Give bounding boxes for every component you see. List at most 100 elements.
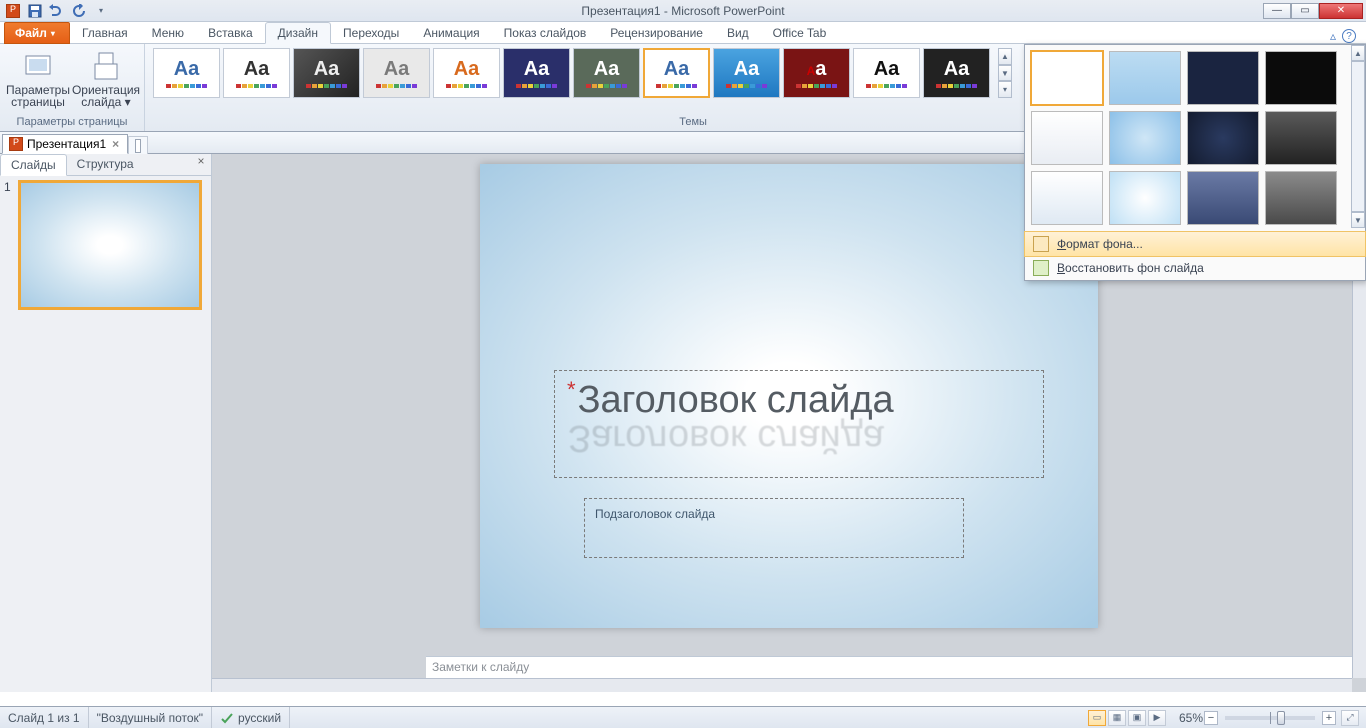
ribbon-tabs: Файл Главная Меню Вставка Дизайн Переход…	[0, 22, 1366, 44]
theme-item[interactable]: Aa	[783, 48, 850, 98]
theme-item[interactable]: Aa	[293, 48, 360, 98]
background-style-swatch[interactable]	[1187, 111, 1259, 165]
bg-panel-menu: Формат фона... Восстановить фон слайда	[1025, 231, 1365, 280]
slide-thumbnail[interactable]	[18, 180, 202, 310]
background-style-swatch[interactable]	[1265, 111, 1337, 165]
redo-icon[interactable]	[70, 2, 88, 20]
tab-home[interactable]: Главная	[70, 23, 140, 43]
close-button[interactable]: ✕	[1319, 3, 1363, 19]
maximize-button[interactable]: ▭	[1291, 3, 1319, 19]
reset-background-icon	[1033, 260, 1049, 276]
tab-animation[interactable]: Анимация	[411, 23, 491, 43]
background-style-swatch[interactable]	[1109, 111, 1181, 165]
horizontal-scrollbar[interactable]	[212, 678, 1352, 692]
file-tab[interactable]: Файл	[4, 22, 70, 44]
ribbon: Параметры страницы Ориентация слайда ▾ П…	[0, 44, 1366, 132]
orientation-label: Ориентация слайда ▾	[72, 84, 140, 108]
status-language-label: русский	[238, 711, 281, 725]
tab-transitions[interactable]: Переходы	[331, 23, 411, 43]
background-style-swatch[interactable]	[1109, 51, 1181, 105]
zoom-value[interactable]: 65%	[1179, 711, 1203, 725]
slide-panel: Слайды Структура × 1	[0, 154, 212, 692]
background-style-swatch[interactable]	[1187, 51, 1259, 105]
slideshow-view-button[interactable]: ▶	[1148, 710, 1166, 726]
zoom-slider[interactable]	[1225, 716, 1315, 720]
fit-to-window-button[interactable]: ⤢	[1341, 710, 1359, 726]
themes-gallery-expand-icon[interactable]: ▾	[998, 81, 1012, 98]
zoom-out-button[interactable]: −	[1204, 711, 1218, 725]
background-style-swatch[interactable]	[1187, 171, 1259, 225]
reset-background-menu-item[interactable]: Восстановить фон слайда	[1025, 256, 1365, 280]
bg-panel-scroll[interactable]: ▲ ▼	[1351, 45, 1365, 228]
notes-pane[interactable]: Заметки к слайду	[426, 656, 1352, 678]
themes-scroll-down-icon[interactable]: ▼	[998, 65, 1012, 82]
document-tab-active[interactable]: Презентация1 ×	[2, 134, 128, 154]
theme-item[interactable]: Aa	[153, 48, 220, 98]
themes-gallery[interactable]: AaAaAaAaAaAaAaAaAaAaAaAa	[149, 46, 994, 100]
background-style-swatch[interactable]	[1031, 111, 1103, 165]
theme-item[interactable]: Aa	[853, 48, 920, 98]
undo-icon[interactable]	[48, 2, 66, 20]
theme-item[interactable]: Aa	[503, 48, 570, 98]
reading-view-button[interactable]: ▣	[1128, 710, 1146, 726]
qat-customize-icon[interactable]: ▾	[92, 2, 110, 20]
tab-design[interactable]: Дизайн	[265, 22, 331, 44]
theme-item[interactable]: Aa	[363, 48, 430, 98]
slide-thumbnails[interactable]: 1	[0, 176, 211, 692]
window-buttons: — ▭ ✕	[1263, 1, 1366, 21]
tab-insert[interactable]: Вставка	[196, 23, 265, 43]
save-icon[interactable]	[26, 2, 44, 20]
new-document-tab[interactable]	[128, 136, 148, 154]
themes-scroll-up-icon[interactable]: ▲	[998, 48, 1012, 65]
scroll-up-icon[interactable]: ▲	[1351, 45, 1365, 61]
background-style-swatch[interactable]	[1265, 51, 1337, 105]
thumb-number: 1	[4, 180, 14, 310]
background-style-swatch[interactable]	[1109, 171, 1181, 225]
format-background-label: Формат фона...	[1057, 237, 1143, 251]
quick-access-toolbar: ▾	[0, 2, 110, 20]
theme-item[interactable]: Aa	[923, 48, 990, 98]
page-setup-button[interactable]: Параметры страницы	[6, 48, 70, 108]
theme-item[interactable]: Aa	[643, 48, 710, 98]
background-style-swatch[interactable]	[1265, 171, 1337, 225]
scroll-down-icon[interactable]: ▼	[1351, 212, 1365, 228]
app-icon[interactable]	[4, 2, 22, 20]
status-theme: "Воздушный поток"	[89, 707, 212, 728]
slide-canvas[interactable]: * Заголовок слайда Заголовок слайда Подз…	[480, 164, 1098, 628]
group-page-setup: Параметры страницы Ориентация слайда ▾ П…	[0, 44, 145, 131]
slide-orientation-button[interactable]: Ориентация слайда ▾	[74, 48, 138, 108]
window-title: Презентация1 - Microsoft PowerPoint	[0, 4, 1366, 18]
theme-item[interactable]: Aa	[223, 48, 290, 98]
help-icon[interactable]: ?	[1342, 29, 1356, 43]
format-background-menu-item[interactable]: Формат фона...	[1024, 231, 1366, 257]
tab-menu[interactable]: Меню	[140, 23, 196, 43]
outline-tab[interactable]: Структура	[67, 154, 144, 175]
subtitle-placeholder[interactable]: Подзаголовок слайда	[584, 498, 964, 558]
theme-item[interactable]: Aa	[433, 48, 500, 98]
tab-view[interactable]: Вид	[715, 23, 761, 43]
group-page-setup-label: Параметры страницы	[0, 114, 144, 131]
themes-scroll[interactable]: ▲ ▼ ▾	[998, 48, 1012, 98]
title-reflection: Заголовок слайда	[568, 416, 884, 459]
slides-tab[interactable]: Слайды	[0, 154, 67, 176]
tab-slideshow[interactable]: Показ слайдов	[492, 23, 599, 43]
background-style-swatch[interactable]	[1031, 171, 1103, 225]
slide-panel-close-icon[interactable]: ×	[191, 154, 211, 175]
status-language[interactable]: русский	[212, 707, 290, 728]
page-setup-label: Параметры страницы	[6, 84, 70, 108]
theme-item[interactable]: Aa	[713, 48, 780, 98]
tab-office-tab[interactable]: Office Tab	[761, 23, 839, 43]
sorter-view-button[interactable]: ▦	[1108, 710, 1126, 726]
zoom-slider-thumb[interactable]	[1277, 711, 1285, 725]
background-style-swatch[interactable]	[1031, 51, 1103, 105]
powerpoint-file-icon	[9, 137, 23, 151]
ribbon-minimize-icon[interactable]: ▵	[1330, 29, 1336, 43]
document-tab-label: Презентация1	[27, 137, 106, 151]
zoom-in-button[interactable]: +	[1322, 711, 1336, 725]
minimize-button[interactable]: —	[1263, 3, 1291, 19]
tab-review[interactable]: Рецензирование	[598, 23, 715, 43]
theme-item[interactable]: Aa	[573, 48, 640, 98]
subtitle-text[interactable]: Подзаголовок слайда	[595, 507, 715, 521]
document-tab-close-icon[interactable]: ×	[110, 137, 121, 151]
normal-view-button[interactable]: ▭	[1088, 710, 1106, 726]
